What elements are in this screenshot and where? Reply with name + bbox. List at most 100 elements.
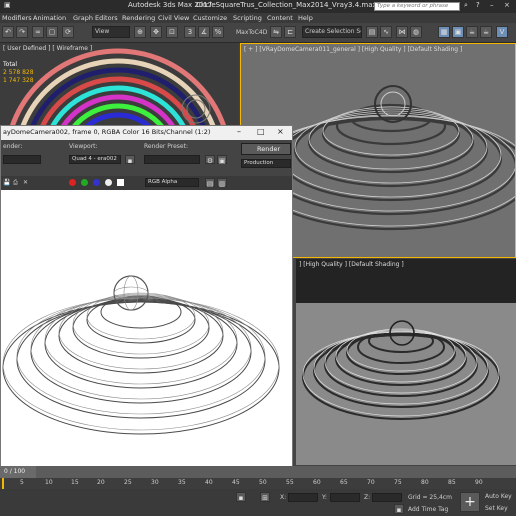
schematic-icon[interactable]: ⋈ bbox=[396, 26, 408, 38]
menu-item-civil-view[interactable]: Civil View bbox=[158, 14, 189, 22]
viewport-right-top-label[interactable]: [ + ] [VRayDomeCamera011_general ] [High… bbox=[244, 46, 462, 53]
wireframe-arcs bbox=[10, 48, 226, 125]
frame-window-titlebar[interactable]: ayDomeCamera002, frame 0, RGBA Color 16 … bbox=[1, 126, 292, 140]
x-coordinate-field[interactable] bbox=[288, 493, 318, 502]
alpha-channel-icon[interactable] bbox=[105, 179, 112, 186]
maximize-icon[interactable]: □ bbox=[257, 127, 265, 136]
pivot-icon[interactable]: ⊕ bbox=[134, 26, 146, 38]
stats-total-label: Total bbox=[3, 61, 18, 68]
transform-mode-icon[interactable]: ⊞ bbox=[260, 492, 270, 502]
title-bar: ▣ Autodesk 3ds Max 2017 CircleSquareTrus… bbox=[0, 0, 516, 13]
app-icon[interactable]: ▣ bbox=[4, 1, 11, 9]
angle-snap-icon[interactable]: ∡ bbox=[198, 26, 210, 38]
vray-icon[interactable]: V bbox=[496, 26, 508, 38]
view-dropdown[interactable]: View bbox=[92, 26, 130, 38]
z-coordinate-field[interactable] bbox=[372, 493, 402, 502]
frame-buffer-window[interactable]: ayDomeCamera002, frame 0, RGBA Color 16 … bbox=[0, 125, 293, 467]
frame-window-controls: ender: Viewport: Quad 4 - era002 ▪ Rende… bbox=[1, 140, 292, 176]
time-slider-thumb[interactable]: 0 / 100 bbox=[0, 466, 36, 478]
render-setup-icon[interactable]: ⚙ bbox=[205, 155, 215, 165]
red-channel-icon[interactable] bbox=[69, 179, 76, 186]
stats-polys-value: 2 578 828 bbox=[3, 69, 34, 76]
percent-snap-icon[interactable]: % bbox=[212, 26, 224, 38]
close-icon[interactable]: ✕ bbox=[23, 179, 28, 186]
minimize-icon[interactable]: – bbox=[490, 1, 494, 9]
search-input[interactable]: Type a keyword or phrase bbox=[377, 3, 448, 9]
maxtoc4d-label[interactable]: MaxToC4D bbox=[236, 29, 267, 36]
mono-channel-icon[interactable] bbox=[117, 179, 124, 186]
render-icon[interactable]: ☕ bbox=[466, 26, 478, 38]
redo-icon[interactable]: ↷ bbox=[16, 26, 28, 38]
help-icon[interactable]: ? bbox=[476, 1, 480, 9]
menu-item-modifiers[interactable]: Modifiers bbox=[2, 14, 32, 22]
channel-value: RGB Alpha bbox=[148, 179, 178, 185]
tick-label: 15 bbox=[71, 479, 79, 486]
channel-dropdown[interactable]: RGB Alpha bbox=[145, 178, 199, 187]
minimize-icon[interactable]: – bbox=[237, 127, 241, 136]
render-setup-icon[interactable]: ▦ bbox=[438, 26, 450, 38]
selection-set-dropdown[interactable]: Create Selection Se bbox=[302, 26, 362, 38]
search-icon[interactable]: ⌕ bbox=[464, 1, 468, 10]
set-key-button[interactable]: Set Key bbox=[485, 505, 508, 512]
viewport-user-defined[interactable]: [ User Defined ] [ Wireframe ] Total 2 5… bbox=[0, 43, 239, 125]
viewport-right-bottom[interactable]: ] [High Quality ] [Default Shading ] bbox=[296, 259, 516, 465]
viewport-dropdown[interactable]: Quad 4 - era002 bbox=[69, 155, 121, 164]
menu-item-rendering[interactable]: Rendering bbox=[122, 14, 155, 22]
add-key-icon[interactable]: + bbox=[460, 492, 480, 512]
auto-key-button[interactable]: Auto Key bbox=[485, 493, 512, 500]
menu-item-animation[interactable]: Animation bbox=[33, 14, 66, 22]
time-slider[interactable]: 0 / 100 bbox=[0, 466, 516, 478]
render-area-dropdown[interactable] bbox=[3, 155, 41, 164]
tick-label: 85 bbox=[448, 479, 456, 486]
search-box[interactable]: Type a keyword or phrase bbox=[374, 2, 460, 11]
menu-item-graph-editors[interactable]: Graph Editors bbox=[73, 14, 118, 22]
align-icon[interactable]: ⊏ bbox=[284, 26, 296, 38]
viewport-right-bottom-label[interactable]: ] [High Quality ] [Default Shading ] bbox=[299, 261, 404, 268]
material-editor-icon[interactable]: ◍ bbox=[410, 26, 422, 38]
right-gap bbox=[293, 125, 516, 258]
mirror-icon[interactable]: ⇋ bbox=[270, 26, 282, 38]
main-toolbar: ↶ ↷ ∞ ▢ ⟳ View ⊕ ✥ ⊡ 3 ∡ % MaxToC4D ⇋ ⊏ … bbox=[0, 23, 516, 43]
lock-icon[interactable]: ▪ bbox=[125, 155, 135, 165]
snap-icon[interactable]: 3 bbox=[184, 26, 196, 38]
select-icon[interactable]: ▢ bbox=[46, 26, 58, 38]
production-dropdown[interactable]: Production bbox=[241, 159, 291, 168]
y-coordinate-field[interactable] bbox=[330, 493, 360, 502]
green-channel-icon[interactable] bbox=[81, 179, 88, 186]
curve-editor-icon[interactable]: ∿ bbox=[380, 26, 392, 38]
scale-icon[interactable]: ⊡ bbox=[166, 26, 178, 38]
z-label: Z: bbox=[364, 494, 371, 501]
layer-icon[interactable]: ▤ bbox=[366, 26, 378, 38]
tick-label: 80 bbox=[421, 479, 429, 486]
blue-channel-icon[interactable] bbox=[93, 179, 100, 186]
stats-verts-value: 1 747 328 bbox=[3, 77, 34, 84]
render-iterative-icon[interactable]: ☕ bbox=[480, 26, 492, 38]
close-icon[interactable]: × bbox=[277, 127, 284, 136]
undo-icon[interactable]: ↶ bbox=[2, 26, 14, 38]
tick-label: 35 bbox=[178, 479, 186, 486]
environment-icon[interactable]: ▣ bbox=[217, 155, 227, 165]
print-icon[interactable]: ⎙ bbox=[13, 179, 18, 187]
link-icon[interactable]: ∞ bbox=[32, 26, 44, 38]
close-icon[interactable]: × bbox=[504, 1, 510, 9]
viewport-top-left-label[interactable]: [ User Defined ] [ Wireframe ] bbox=[3, 45, 92, 52]
menu-item-content[interactable]: Content bbox=[267, 14, 293, 22]
copy-icon[interactable]: ▤ bbox=[205, 178, 215, 188]
save-icon[interactable]: 💾 bbox=[3, 179, 10, 186]
truss-render-bottom bbox=[296, 259, 516, 465]
rotate-icon[interactable]: ⟳ bbox=[62, 26, 74, 38]
selection-lock-icon[interactable]: ▪ bbox=[236, 492, 246, 502]
render-canvas[interactable] bbox=[1, 190, 292, 466]
frame-readout: 0 / 100 bbox=[4, 468, 26, 475]
time-tag-icon[interactable]: ▪ bbox=[394, 504, 404, 514]
render-frame-icon[interactable]: ▣ bbox=[452, 26, 464, 38]
menu-item-scripting[interactable]: Scripting bbox=[233, 14, 262, 22]
track-bar[interactable]: 5 10 15 20 25 30 35 40 45 50 55 60 65 70… bbox=[0, 478, 516, 489]
menu-item-customize[interactable]: Customize bbox=[193, 14, 227, 22]
render-preset-dropdown[interactable] bbox=[144, 155, 200, 164]
clone-icon[interactable]: ▥ bbox=[217, 178, 227, 188]
render-button[interactable]: Render bbox=[241, 143, 291, 155]
move-icon[interactable]: ✥ bbox=[150, 26, 162, 38]
menu-item-help[interactable]: Help bbox=[298, 14, 313, 22]
add-time-tag-button[interactable]: Add Time Tag bbox=[408, 506, 448, 513]
